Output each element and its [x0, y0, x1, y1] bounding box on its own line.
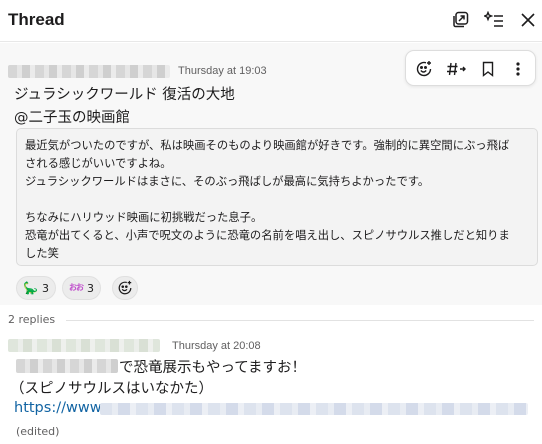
- reply-link-blurred[interactable]: [100, 403, 528, 415]
- replies-divider: [66, 320, 534, 321]
- reply-line: で恐竜展示もやってますお！: [119, 360, 307, 376]
- add-reaction-icon: [118, 280, 132, 295]
- add-reaction-button[interactable]: [112, 276, 138, 300]
- reaction-dinosaur[interactable]: 🦕 3: [16, 276, 56, 300]
- message-timestamp[interactable]: Thursday at 19:03: [178, 65, 267, 77]
- body-line: 最近気がついたのですが、私は映画そのものより映画館が好きです。強制的に異空間にぶ…: [25, 139, 510, 152]
- message-body-block: 最近気がついたのですが、私は映画そのものより映画館が好きです。強制的に異空間にぶ…: [16, 128, 538, 266]
- message-actions-toolbar: [405, 50, 536, 86]
- close-icon[interactable]: [517, 9, 539, 31]
- channel-icon[interactable]: [445, 58, 467, 80]
- body-line: した笑: [25, 247, 59, 260]
- body-line: される感じがいいですよね。: [25, 157, 172, 170]
- replies-count: 2 replies: [8, 313, 56, 326]
- reply-line: （スピノサウルスはいなかた）: [10, 381, 213, 397]
- dinosaur-emoji-icon: 🦕: [23, 281, 38, 295]
- reaction-custom-emoji[interactable]: おお 3: [62, 276, 101, 300]
- add-reaction-icon[interactable]: [413, 58, 435, 80]
- reply-mention-blurred[interactable]: [16, 359, 118, 373]
- more-icon[interactable]: [507, 58, 529, 80]
- body-line: 恐竜が出てくると、小声で呪文のように恐竜の名前を唱え出し、スピノサウルス推しだと…: [25, 229, 510, 242]
- bookmark-icon[interactable]: [477, 58, 499, 80]
- custom-emoji-icon: おお: [69, 283, 84, 292]
- thread-header: Thread: [0, 0, 542, 42]
- open-in-window-icon[interactable]: [449, 9, 471, 31]
- reaction-count: 3: [87, 281, 94, 295]
- thread-title: Thread: [8, 10, 65, 29]
- body-line: ちなみにハリウッド映画に初挑戦だった息子。: [25, 211, 263, 224]
- notifications-settings-icon[interactable]: [483, 9, 505, 31]
- edited-label: (edited): [16, 425, 60, 438]
- reaction-count: 3: [41, 281, 49, 295]
- message-title: ジュラシックワールド 復活の大地: [14, 87, 235, 103]
- message-location: @二子玉の映画館: [14, 110, 130, 126]
- author-name-blurred[interactable]: [8, 65, 170, 78]
- reply-link-prefix: https://www.: [14, 400, 105, 416]
- body-line: ジュラシックワールドはまさに、そのぶっ飛ばしが最高に気持ちよかったです。: [25, 175, 430, 188]
- reply-timestamp[interactable]: Thursday at 20:08: [172, 340, 261, 352]
- reply-author-name-blurred[interactable]: [8, 339, 160, 352]
- reply-link[interactable]: https://www.: [14, 400, 105, 416]
